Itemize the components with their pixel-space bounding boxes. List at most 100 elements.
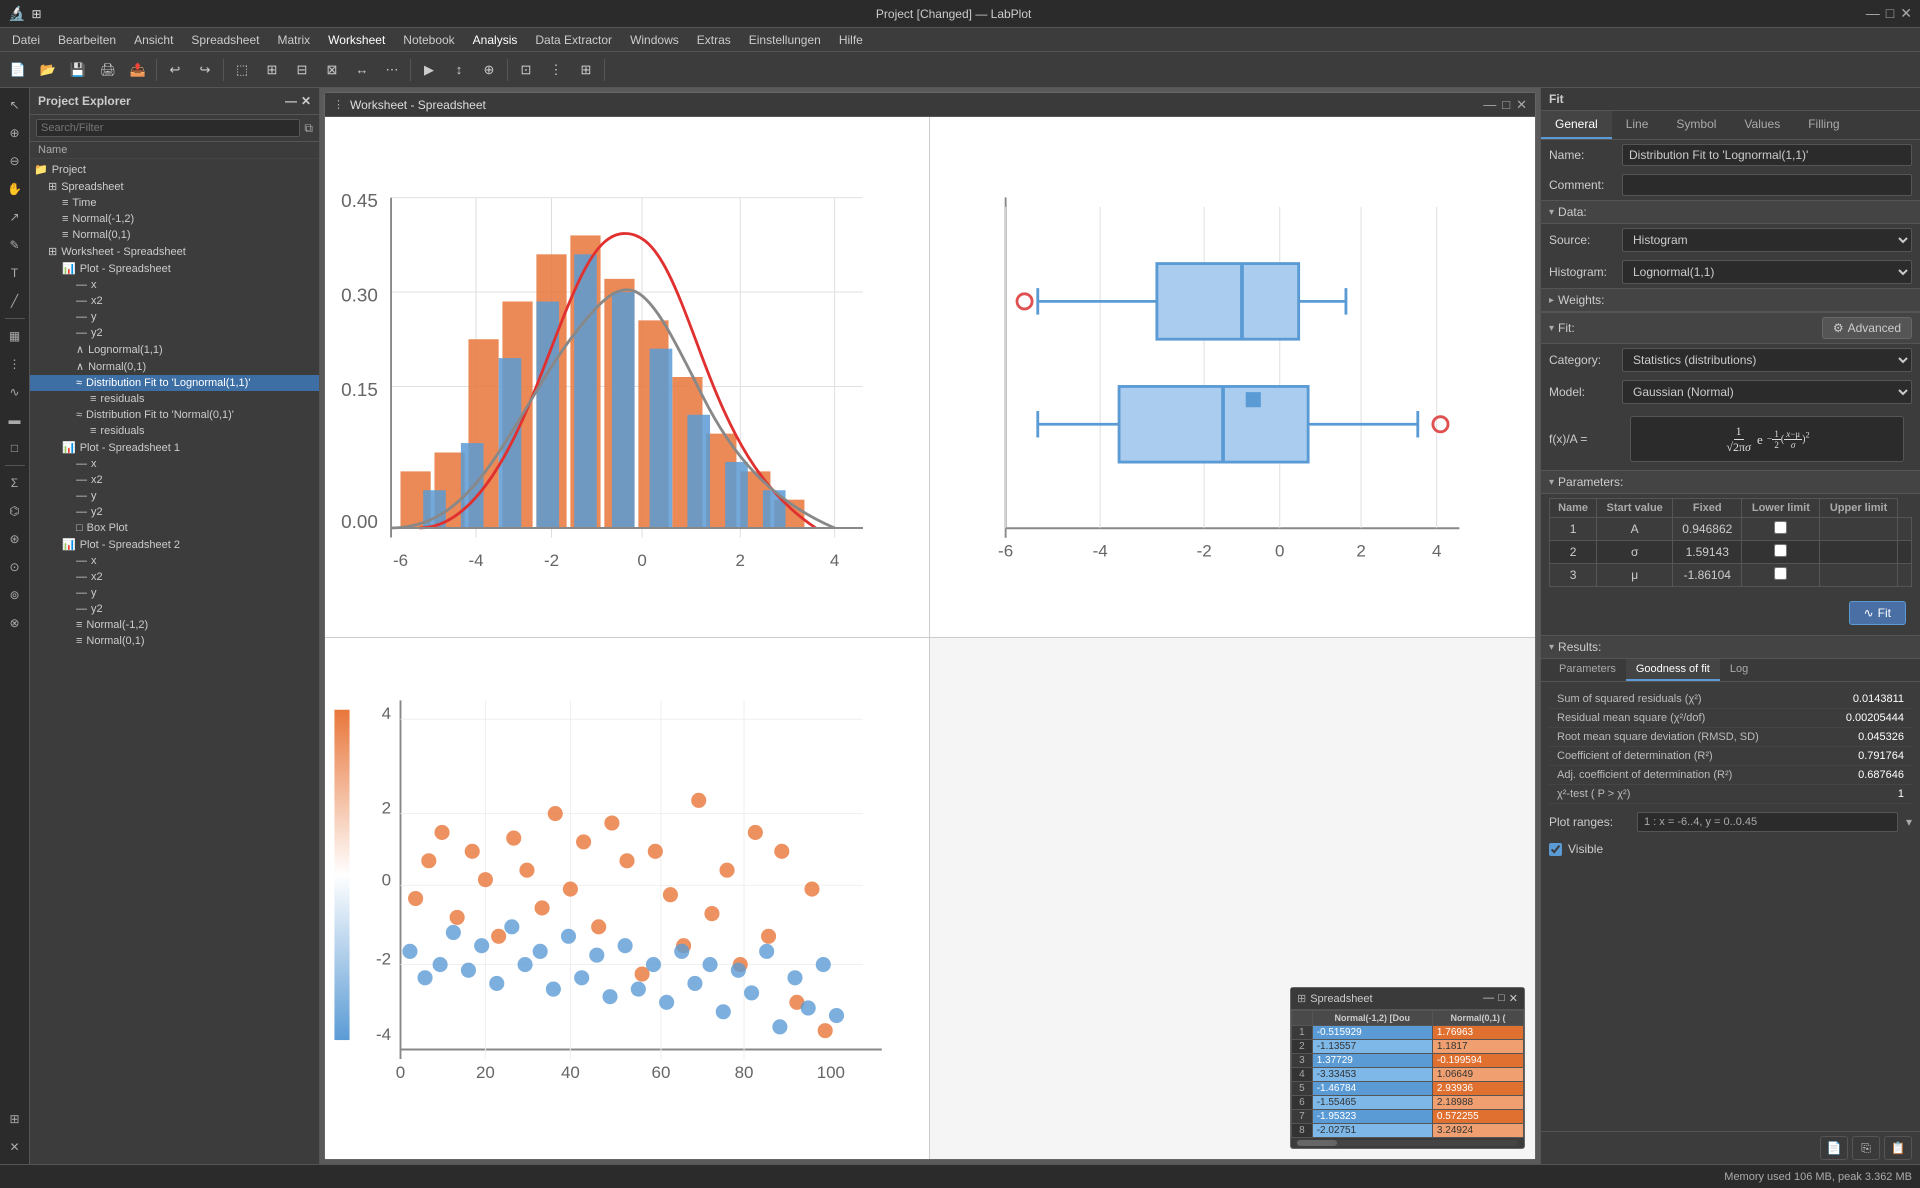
icon-more4[interactable]: ⊗	[2, 610, 28, 636]
col2-header[interactable]: Normal(0,1) (	[1432, 1011, 1523, 1026]
spreadsheet-cell-col2[interactable]: 2.18988	[1432, 1096, 1523, 1110]
tree-item[interactable]: ⊞Spreadsheet	[30, 178, 319, 195]
sub-tab-goodness-of-fit[interactable]: Goodness of fit	[1626, 659, 1720, 681]
params-cell-upper[interactable]	[1897, 564, 1911, 587]
params-cell-upper[interactable]	[1897, 518, 1911, 541]
comment-input[interactable]	[1622, 174, 1912, 196]
tree-item[interactable]: ≈Distribution Fit to 'Normal(0,1)'	[30, 407, 319, 423]
advanced-button[interactable]: ⚙ Advanced	[1822, 317, 1912, 339]
print-btn[interactable]: 🖨	[94, 56, 122, 84]
icon-box[interactable]: □	[2, 435, 28, 461]
params-cell-lower[interactable]	[1820, 564, 1897, 587]
move-btn[interactable]: ⊕	[475, 56, 503, 84]
worksheet-move-icon[interactable]: ⋮	[333, 98, 344, 111]
filter-icon[interactable]: ⧉	[304, 121, 313, 136]
fit-section-header[interactable]: ▾ Fit: ⚙ Advanced	[1541, 312, 1920, 344]
tree-item[interactable]: —x2	[30, 293, 319, 309]
zoom-btn[interactable]: ⊞	[258, 56, 286, 84]
menu-spreadsheet[interactable]: Spreadsheet	[183, 31, 267, 49]
spreadsheet-cell-col2[interactable]: 0.572255	[1432, 1110, 1523, 1124]
menu-extras[interactable]: Extras	[689, 31, 739, 49]
tree-item[interactable]: ≈Distribution Fit to 'Lognormal(1,1)'	[30, 375, 319, 391]
params-cell-name[interactable]: A	[1597, 518, 1673, 541]
maximize-btn[interactable]: □	[1886, 5, 1894, 22]
spreadsheet-cell-col2[interactable]: 1.1817	[1432, 1040, 1523, 1054]
save-btn[interactable]: 💾	[64, 56, 92, 84]
spreadsheet-cell-col1[interactable]: -0.515929	[1312, 1026, 1432, 1040]
tree-item[interactable]: —x	[30, 277, 319, 293]
menu-worksheet[interactable]: Worksheet	[320, 31, 393, 49]
spreadsheet-cell-col1[interactable]: -2.02751	[1312, 1124, 1432, 1138]
weights-section-header[interactable]: ▸ Weights:	[1541, 288, 1920, 312]
histogram-select[interactable]: Lognormal(1,1)	[1622, 260, 1912, 284]
menu-bearbeiten[interactable]: Bearbeiten	[50, 31, 124, 49]
tool4-btn[interactable]: ⊠	[318, 56, 346, 84]
tree-item[interactable]: ≡residuals	[30, 423, 319, 439]
new-btn[interactable]: 📄	[4, 56, 32, 84]
params-cell-upper[interactable]	[1897, 541, 1911, 564]
tree-item[interactable]: 📁Project	[30, 161, 319, 178]
view1-btn[interactable]: ⊡	[512, 56, 540, 84]
params-cell-start[interactable]: -1.86104	[1673, 564, 1742, 587]
tab-values[interactable]: Values	[1730, 111, 1794, 139]
search-input[interactable]	[36, 119, 300, 137]
tree-item[interactable]: ∧Normal(0,1)	[30, 358, 319, 375]
tool6-btn[interactable]: ⋯	[378, 56, 406, 84]
tree-item[interactable]: —y2	[30, 504, 319, 520]
sidebar-minimize-icon[interactable]: —	[285, 94, 297, 108]
tree-item[interactable]: □Box Plot	[30, 520, 319, 536]
spreadsheet-cell-col1[interactable]: -1.95323	[1312, 1110, 1432, 1124]
menu-einstellungen[interactable]: Einstellungen	[741, 31, 829, 49]
icon-more1[interactable]: ⊛	[2, 526, 28, 552]
params-cell-fixed[interactable]	[1742, 541, 1820, 564]
sidebar-close-icon[interactable]: ✕	[301, 94, 311, 108]
tree-item[interactable]: —x	[30, 553, 319, 569]
menu-notebook[interactable]: Notebook	[395, 31, 462, 49]
icon-text[interactable]: T	[2, 260, 28, 286]
redo-btn[interactable]: ↪	[191, 56, 219, 84]
tool3-btn[interactable]: ⊟	[288, 56, 316, 84]
params-cell-lower[interactable]	[1820, 518, 1897, 541]
params-section-header[interactable]: ▾ Parameters:	[1541, 470, 1920, 494]
menu-matrix[interactable]: Matrix	[269, 31, 318, 49]
icon-bottom2[interactable]: ✕	[2, 1134, 28, 1160]
tree-item[interactable]: ≡Time	[30, 195, 319, 211]
export-pdf-btn[interactable]: 📄	[1820, 1136, 1848, 1160]
icon-fit[interactable]: ∿	[2, 379, 28, 405]
spreadsheet-cell-col2[interactable]: 1.06649	[1432, 1068, 1523, 1082]
tree-item[interactable]: —y	[30, 488, 319, 504]
worksheet-controls[interactable]: — □ ✕	[1483, 97, 1527, 113]
params-cell-start[interactable]: 1.59143	[1673, 541, 1742, 564]
pointer-btn[interactable]: ↕	[445, 56, 473, 84]
tree-item[interactable]: —y2	[30, 601, 319, 617]
view3-btn[interactable]: ⊞	[572, 56, 600, 84]
params-fixed-checkbox[interactable]	[1774, 567, 1787, 580]
tree-item[interactable]: —x2	[30, 472, 319, 488]
menu-windows[interactable]: Windows	[622, 31, 687, 49]
model-select[interactable]: Gaussian (Normal)	[1622, 380, 1912, 404]
tree-item[interactable]: —x	[30, 456, 319, 472]
spreadsheet-cell-col2[interactable]: 3.24924	[1432, 1124, 1523, 1138]
source-select[interactable]: Histogram	[1622, 228, 1912, 252]
tree-item[interactable]: —x2	[30, 569, 319, 585]
plot-ranges-dropdown-icon[interactable]: ▾	[1906, 815, 1912, 829]
menu-hilfe[interactable]: Hilfe	[831, 31, 871, 49]
title-bar-controls[interactable]: — □ ✕	[1866, 5, 1912, 22]
tree-item[interactable]: —y	[30, 585, 319, 601]
spreadsheet-cell-col2[interactable]: -0.199594	[1432, 1054, 1523, 1068]
select-btn[interactable]: ⬚	[228, 56, 256, 84]
col1-header[interactable]: Normal(-1,2) [Dou	[1312, 1011, 1432, 1026]
minimize-btn[interactable]: —	[1866, 5, 1880, 22]
spreadsheet-cell-col1[interactable]: 1.37729	[1312, 1054, 1432, 1068]
tree-item[interactable]: —y2	[30, 325, 319, 341]
icon-more3[interactable]: ⊚	[2, 582, 28, 608]
menu-datei[interactable]: Datei	[4, 31, 48, 49]
params-cell-name[interactable]: σ	[1597, 541, 1673, 564]
open-btn[interactable]: 📂	[34, 56, 62, 84]
icon-stats[interactable]: Σ	[2, 470, 28, 496]
spreadsheet-mini-max[interactable]: □	[1498, 992, 1505, 1005]
icon-bottom1[interactable]: ⊞	[2, 1106, 28, 1132]
export-btn[interactable]: 📤	[124, 56, 152, 84]
icon-zoom-out[interactable]: ⊖	[2, 148, 28, 174]
tab-line[interactable]: Line	[1612, 111, 1663, 139]
